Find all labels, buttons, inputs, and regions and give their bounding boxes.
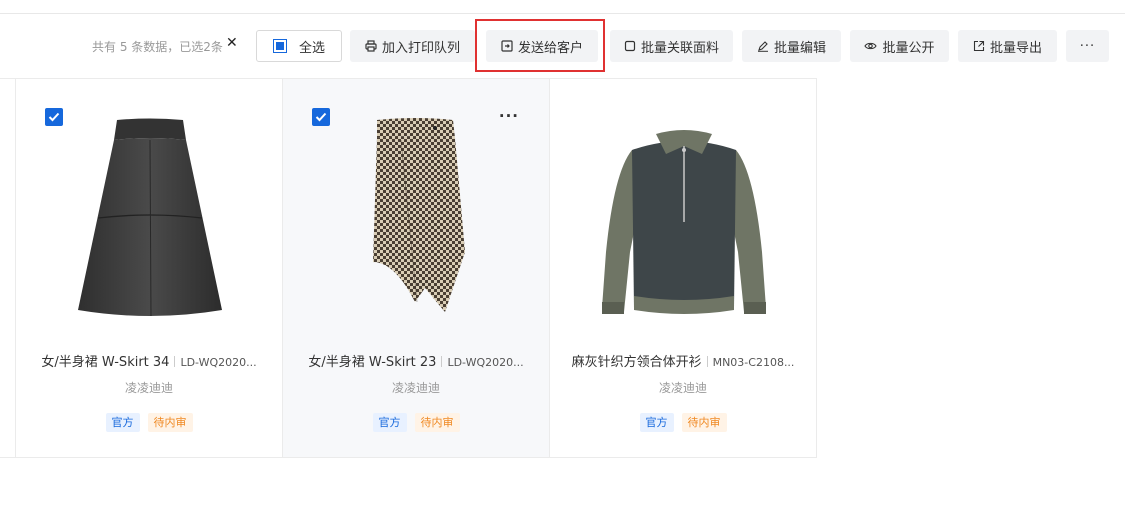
card-checkbox[interactable] [45,108,63,126]
send-icon [501,40,513,52]
product-name: 女/半身裙 W-Skirt 23 [308,355,437,370]
add-to-print-queue-button[interactable]: 加入打印队列 [350,30,475,62]
card-checkbox[interactable] [312,108,330,126]
product-image[interactable] [313,109,521,329]
product-brand: 凌凌迪迪 [391,381,440,395]
product-card[interactable]: 麻灰针织方领合体开衫 MN03-C2108... 凌凌迪迪 官方 待内审 [549,78,817,458]
partial-card [0,78,16,458]
printer-icon [365,40,377,52]
product-code: LD-WQ2020... [447,356,524,369]
product-card[interactable]: ··· 女/半身裙 W-Skirt 23 LD-WQ2020... 凌凌迪迪 官方… [282,78,550,458]
batch-public-button[interactable]: 批量公开 [850,30,949,62]
top-divider [0,13,1125,14]
add-to-print-queue-label: 加入打印队列 [381,40,460,56]
product-code: LD-WQ2020... [180,356,257,369]
product-code: MN03-C2108... [712,356,795,369]
product-name: 女/半身裙 W-Skirt 34 [41,355,170,370]
export-icon [973,40,985,52]
eye-icon [864,42,878,50]
batch-edit-label: 批量编辑 [773,40,826,56]
tag-pending-review: 待内审 [414,413,460,432]
card-more-icon[interactable]: ··· [499,107,519,125]
product-title[interactable]: 女/半身裙 W-Skirt 34 LD-WQ2020... [16,351,282,370]
product-grid: 女/半身裙 W-Skirt 34 LD-WQ2020... 凌凌迪迪 官方 待内审 [0,78,818,458]
checkmark-icon [315,112,327,122]
tag-pending-review: 待内审 [147,413,193,432]
tag-pending-review: 待内审 [681,413,727,432]
selection-count-text: 共有 5 条数据，已选2条 [92,40,223,54]
product-tags: 官方 待内审 [550,413,816,432]
tag-official: 官方 [372,413,407,432]
send-to-customer-label: 发送给客户 [517,40,583,56]
select-all-label: 全选 [298,40,325,56]
tag-official: 官方 [639,413,674,432]
product-name: 麻灰针织方领合体开衫 [571,355,702,370]
batch-edit-button[interactable]: 批量编辑 [742,30,841,62]
batch-link-fabric-button[interactable]: 批量关联面料 [610,30,733,62]
batch-toolbar: 共有 5 条数据，已选2条 ✕ 全选 加入打印队列 发送给客户 批量关联面料 批… [0,30,1125,62]
black-skirt-image [78,118,222,316]
product-tags: 官方 待内审 [283,413,549,432]
link-fabric-icon [624,40,636,52]
more-actions-button[interactable]: ··· [1066,30,1109,62]
batch-link-fabric-label: 批量关联面料 [640,40,719,56]
checkmark-icon [48,112,60,122]
clear-selection-icon[interactable]: ✕ [226,35,238,51]
select-all-button[interactable]: 全选 [256,30,342,62]
product-card[interactable]: 女/半身裙 W-Skirt 34 LD-WQ2020... 凌凌迪迪 官方 待内审 [15,78,283,458]
batch-export-button[interactable]: 批量导出 [958,30,1057,62]
knit-sweater-image [602,129,766,314]
edit-pencil-icon [757,41,768,52]
more-actions-label: ··· [1079,38,1096,54]
product-brand: 凌凌迪迪 [124,381,173,395]
houndstooth-skirt-image [373,117,465,312]
batch-export-label: 批量导出 [989,40,1042,56]
tag-official: 官方 [105,413,140,432]
product-tags: 官方 待内审 [16,413,282,432]
batch-public-label: 批量公开 [882,40,935,56]
send-to-customer-button[interactable]: 发送给客户 [486,30,598,62]
product-title[interactable]: 麻灰针织方领合体开衫 MN03-C2108... [550,351,816,370]
product-brand: 凌凌迪迪 [658,381,707,395]
product-image[interactable] [46,109,254,329]
product-image[interactable] [580,109,788,329]
select-all-checkbox-icon[interactable] [272,39,287,53]
product-title[interactable]: 女/半身裙 W-Skirt 23 LD-WQ2020... [283,351,549,370]
